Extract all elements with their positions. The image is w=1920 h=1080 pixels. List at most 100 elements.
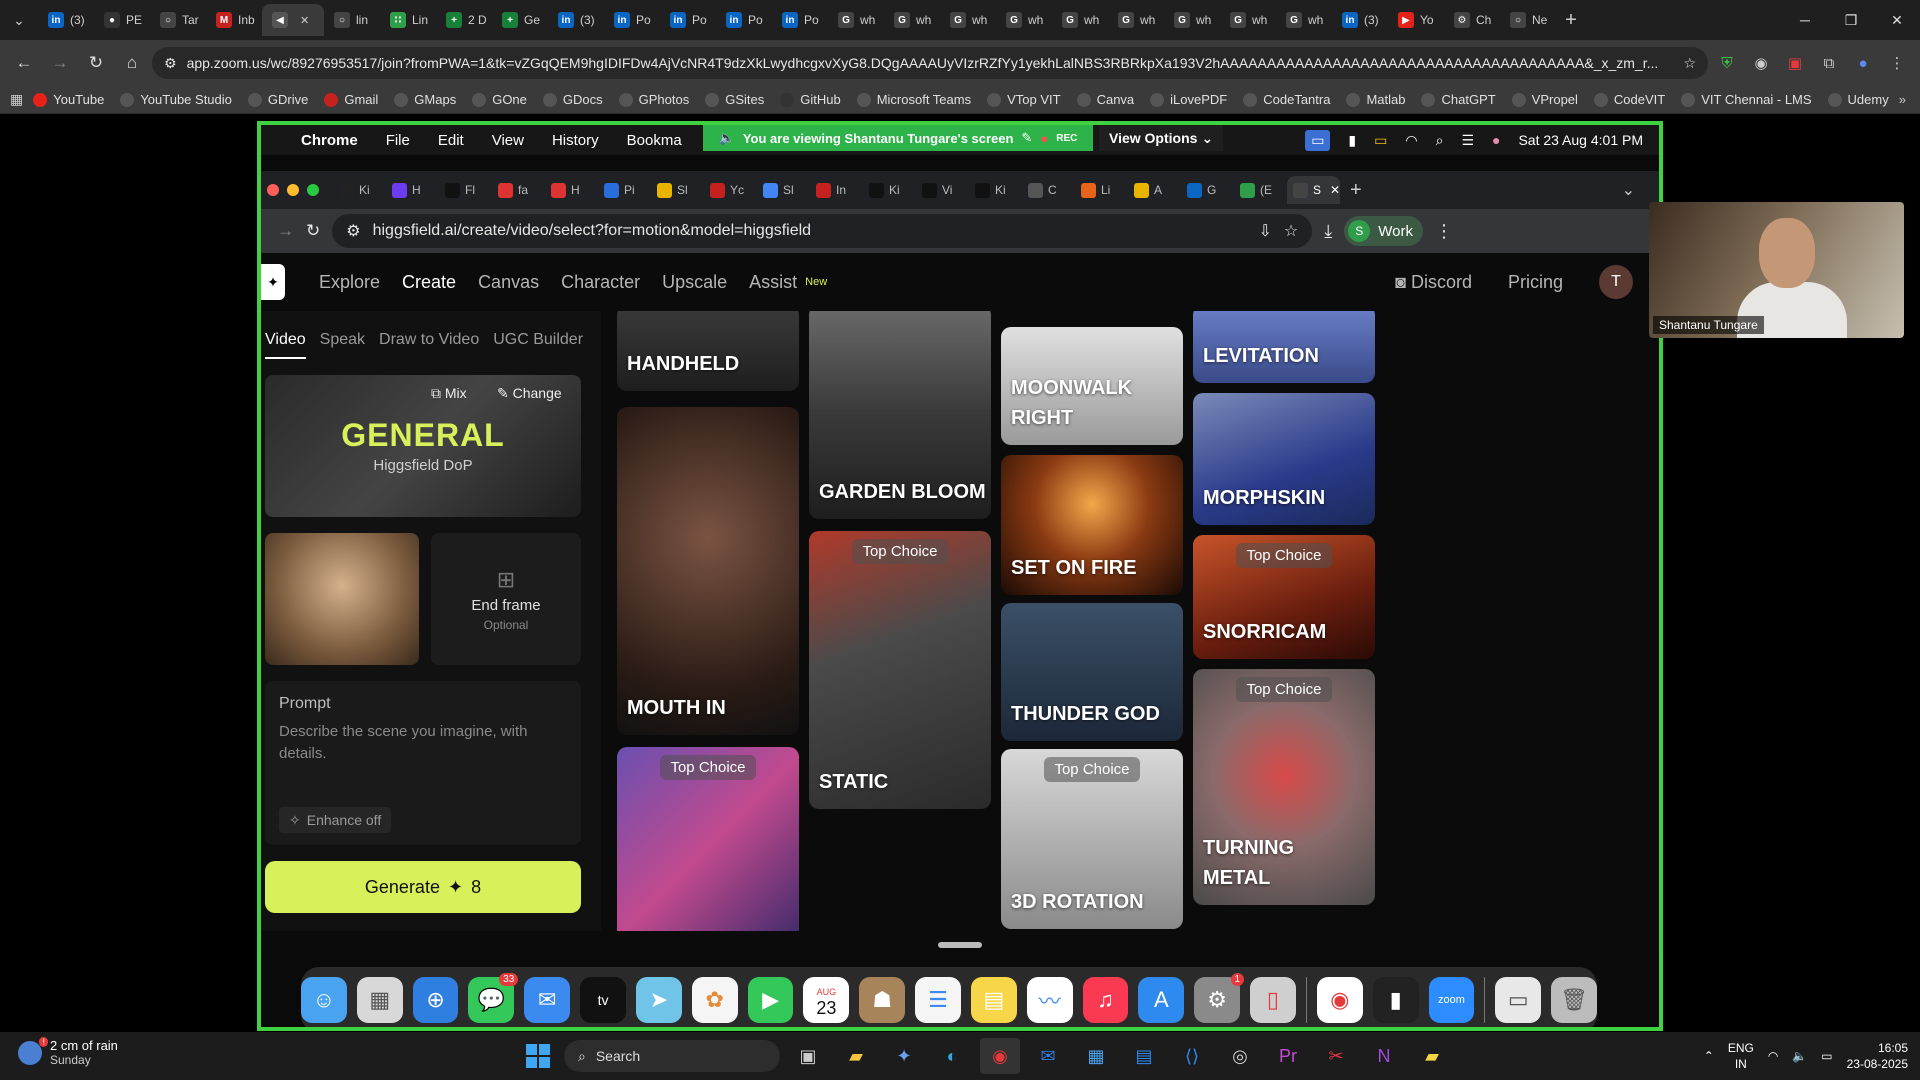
motion-card-top-choice-1[interactable]: Top Choice xyxy=(617,747,799,931)
generate-button[interactable]: Generate ✦ 8 xyxy=(265,861,581,913)
chrome-menu-icon[interactable]: ⋮ xyxy=(1882,48,1912,78)
mac-menu-history[interactable]: History xyxy=(552,132,599,149)
app-store-icon[interactable]: A xyxy=(1138,977,1185,1023)
outer-tab[interactable]: in Po xyxy=(772,4,828,36)
inner-address-bar[interactable]: ⚙ higgsfield.ai/create/video/select?for=… xyxy=(332,214,1313,248)
edge-icon[interactable]: ◐ xyxy=(932,1038,972,1074)
new-tab-button[interactable]: + xyxy=(1556,9,1586,32)
bookmark-item[interactable]: Udemy xyxy=(1820,88,1897,112)
outer-tab[interactable]: ● PE xyxy=(94,4,150,36)
motion-card-garden-bloom[interactable]: GARDEN BLOOM xyxy=(809,311,991,519)
nav-assist[interactable]: Assist xyxy=(749,272,797,293)
messages-icon[interactable]: 💬 33 xyxy=(468,973,519,1023)
camera-extension-icon[interactable]: ◉ xyxy=(1746,48,1776,78)
inner-bookmark-star-icon[interactable]: ☆ xyxy=(1284,221,1298,241)
site-info-icon[interactable]: ⚙ xyxy=(164,55,177,72)
inner-tab[interactable]: Vi xyxy=(916,176,969,204)
screen-tool-icon[interactable]: ◎ xyxy=(1220,1038,1260,1074)
copilot-icon[interactable]: ✦ xyxy=(884,1038,924,1074)
close-dot-icon[interactable] xyxy=(267,184,279,196)
change-button[interactable]: ✎ Change xyxy=(497,385,562,402)
bookmark-item[interactable]: YouTube xyxy=(25,88,112,112)
install-app-icon[interactable]: ⇩ xyxy=(1259,221,1272,241)
teams-icon[interactable]: ▤ xyxy=(1124,1038,1164,1074)
shield-extension-icon[interactable]: ⛨ xyxy=(1712,48,1742,78)
motion-card-snorricam[interactable]: Top Choice SNORRICAM xyxy=(1193,535,1375,659)
battery-tray-icon[interactable]: ▭ xyxy=(1821,1049,1832,1063)
outer-tab[interactable]: in Po xyxy=(604,4,660,36)
discord-link[interactable]: ◙ Discord xyxy=(1395,272,1472,293)
outer-tab[interactable]: in Po xyxy=(716,4,772,36)
end-frame-slot[interactable]: ⊞ End frame Optional xyxy=(431,533,581,665)
outer-tab[interactable]: Gwh xyxy=(828,4,884,36)
profile-avatar-icon[interactable]: ● xyxy=(1848,48,1878,78)
close-tab-icon[interactable]: ✕ xyxy=(300,14,309,27)
outer-tab[interactable]: ○ lin xyxy=(324,4,380,36)
phpstorm-icon[interactable]: Pr xyxy=(1268,1038,1308,1074)
motion-card-3d-rotation[interactable]: Top Choice 3D ROTATION xyxy=(1001,749,1183,929)
nav-canvas[interactable]: Canvas xyxy=(478,272,539,293)
outer-tab[interactable]: ◀ ✕ xyxy=(262,4,324,36)
motion-card-handheld[interactable]: HANDHELD xyxy=(617,311,799,391)
nav-upscale[interactable]: Upscale xyxy=(662,272,727,293)
outer-tab[interactable]: in (3) xyxy=(38,4,94,36)
outer-tab[interactable]: Gwh xyxy=(1276,4,1332,36)
participant-video[interactable]: Shantanu Tungare xyxy=(1649,202,1904,338)
wifi-tray-icon[interactable]: ◠ xyxy=(1768,1049,1778,1063)
tray-overflow-icon[interactable]: ⌃ xyxy=(1704,1049,1714,1063)
inner-chrome-menu-icon[interactable]: ⋮ xyxy=(1435,221,1453,242)
safari-icon[interactable]: ⊕ xyxy=(412,977,459,1023)
chrome-icon[interactable]: ◉ xyxy=(1316,977,1363,1023)
inner-reload-icon[interactable]: ↻ xyxy=(306,221,320,241)
inner-tab[interactable]: fa xyxy=(492,176,545,204)
weather-widget[interactable]: ! 2 cm of rain Sunday xyxy=(18,1036,118,1067)
sticky-notes-icon[interactable]: ▰ xyxy=(1412,1038,1452,1074)
outer-tab[interactable]: Gwh xyxy=(1052,4,1108,36)
motion-card-turning-metal[interactable]: Top Choice TURNING METAL xyxy=(1193,669,1375,905)
bookmark-item[interactable]: Canva xyxy=(1069,88,1143,112)
inner-tab-list-icon[interactable]: ⌄ xyxy=(1622,180,1635,200)
prompt-input[interactable]: Describe the scene you imagine, with det… xyxy=(279,721,567,765)
tab-draw-to-video[interactable]: Draw to Video xyxy=(379,331,479,359)
mac-menu-app[interactable]: Chrome xyxy=(301,132,358,149)
vscode-icon[interactable]: ⟨⟩ xyxy=(1172,1038,1212,1074)
inner-forward-icon[interactable]: → xyxy=(277,221,294,241)
system-settings-icon[interactable]: ⚙ 1 xyxy=(1194,973,1245,1023)
bookmark-item[interactable]: VPropel xyxy=(1504,88,1586,112)
inner-tab[interactable]: G xyxy=(1181,176,1234,204)
tab-ugc-builder[interactable]: UGC Builder xyxy=(493,331,583,359)
inner-tab[interactable]: Ki xyxy=(863,176,916,204)
mac-menu-edit[interactable]: Edit xyxy=(438,132,464,149)
forward-icon[interactable]: → xyxy=(44,47,76,79)
motion-card-static[interactable]: Top Choice STATIC xyxy=(809,531,991,809)
bookmark-item[interactable]: GOne xyxy=(464,88,535,112)
outlook-icon[interactable]: ✉ xyxy=(1028,1038,1068,1074)
activity-monitor-icon[interactable]: ▮ xyxy=(1372,977,1419,1023)
extensions-icon[interactable]: ⧉ xyxy=(1814,48,1844,78)
motion-card-levitation[interactable]: LEVITATION xyxy=(1193,311,1375,383)
user-avatar[interactable]: T xyxy=(1599,265,1633,299)
microsoft-store-icon[interactable]: ▦ xyxy=(1076,1038,1116,1074)
maps-icon[interactable]: ➤ xyxy=(635,977,682,1023)
minimize-dot-icon[interactable] xyxy=(287,184,299,196)
inner-tab[interactable]: H xyxy=(386,176,439,204)
bookmark-item[interactable]: GMaps xyxy=(386,88,464,112)
outer-tab[interactable]: in (3) xyxy=(548,4,604,36)
mac-menu-file[interactable]: File xyxy=(386,132,410,149)
inner-close-tab-icon[interactable]: ✕ xyxy=(1330,183,1340,197)
minimize-icon[interactable]: ─ xyxy=(1782,12,1828,29)
outer-tab[interactable]: in Po xyxy=(660,4,716,36)
motion-card-thunder-god[interactable]: THUNDER GOD xyxy=(1001,603,1183,741)
bookmark-item[interactable]: GSites xyxy=(697,88,772,112)
reminders-icon[interactable]: ☰ xyxy=(915,977,961,1023)
contacts-icon[interactable]: ☗ xyxy=(859,977,906,1023)
outer-tab[interactable]: Gwh xyxy=(1164,4,1220,36)
outer-tab[interactable]: ⚙ Ch xyxy=(1444,4,1500,36)
outer-tab[interactable]: ○ Ne xyxy=(1500,4,1556,36)
nav-create[interactable]: Create xyxy=(402,272,456,293)
pricing-link[interactable]: Pricing xyxy=(1508,272,1563,293)
outer-tab[interactable]: Gwh xyxy=(1108,4,1164,36)
bookmark-item[interactable]: GDocs xyxy=(535,88,611,112)
gallery-scroll-indicator[interactable] xyxy=(938,942,982,948)
mail-icon[interactable]: ✉ xyxy=(524,977,571,1023)
